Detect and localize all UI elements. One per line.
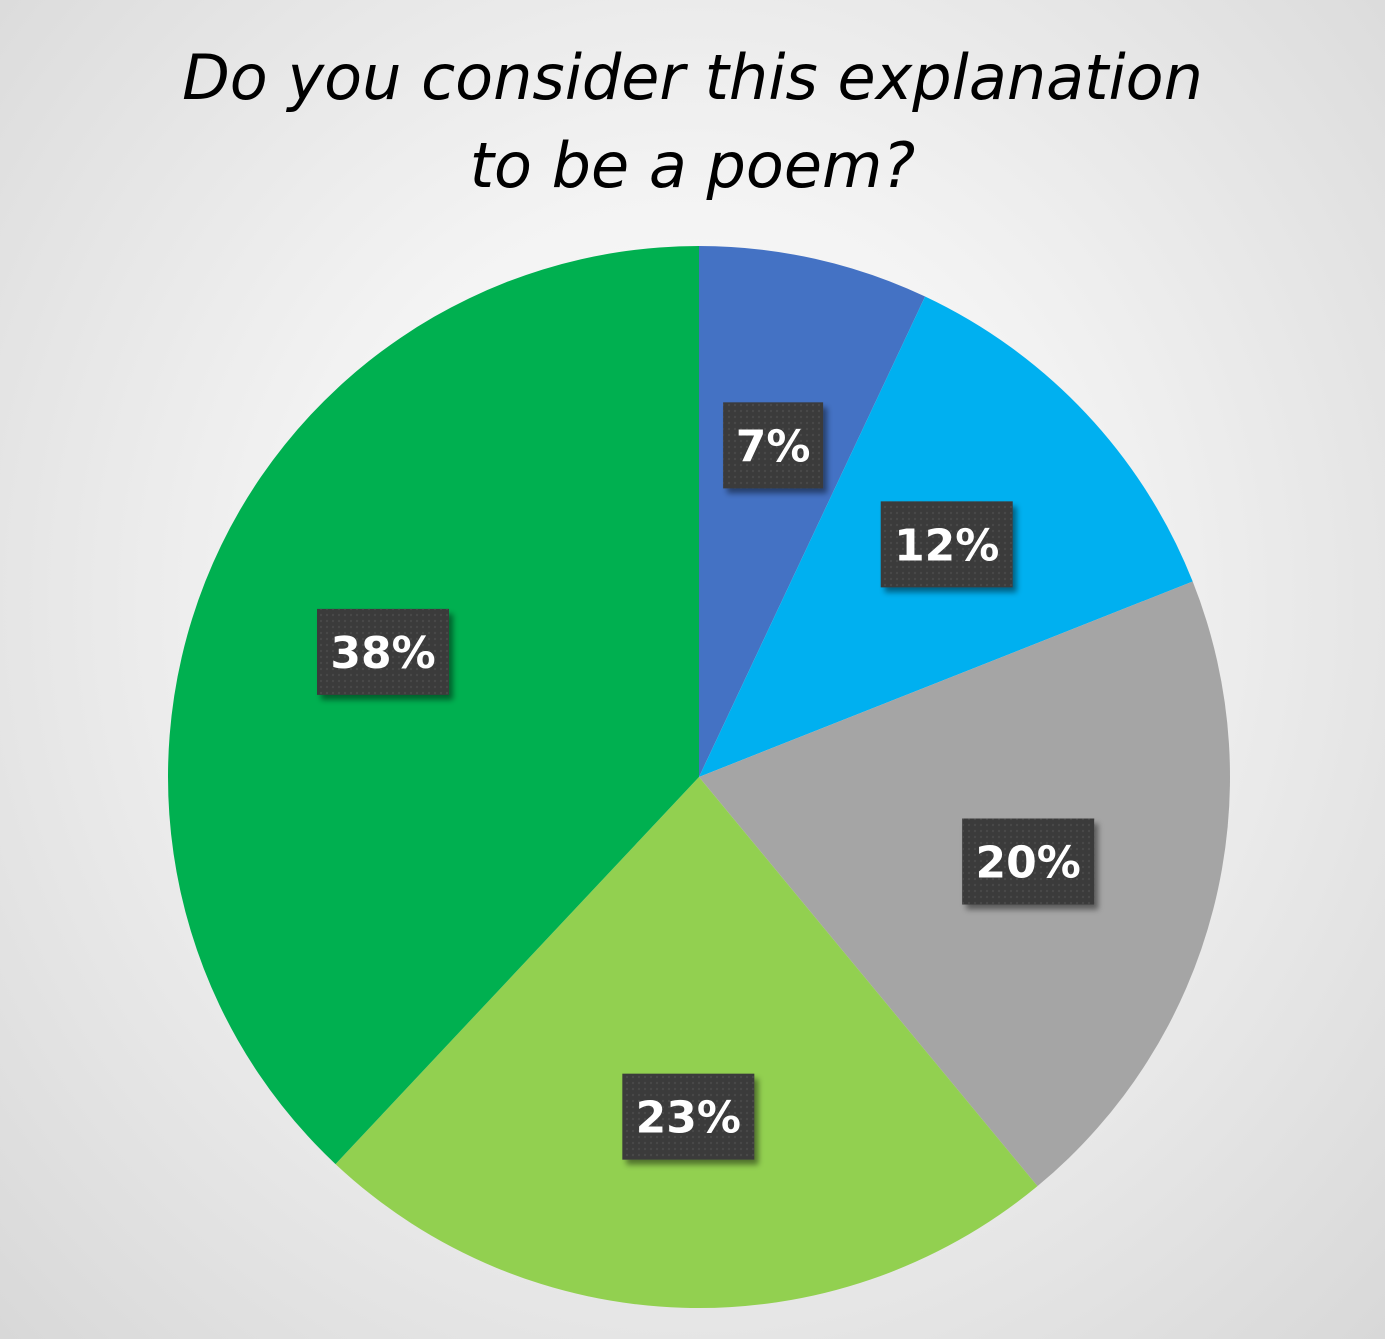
data-label-2: 20% (962, 818, 1095, 905)
data-label-text-2: 20% (975, 838, 1080, 889)
data-label-0: 7% (723, 402, 824, 489)
data-label-text-1: 12% (894, 520, 999, 571)
data-label-4: 38% (317, 608, 450, 695)
data-label-text-3: 23% (636, 1093, 741, 1144)
data-label-1: 12% (880, 501, 1013, 588)
data-label-text-0: 7% (736, 421, 811, 472)
data-label-text-4: 38% (330, 628, 435, 679)
pie-chart: Do you consider this explanation to be a… (0, 0, 1385, 1339)
pie-plot-area: 7% 12% 20% 23% 38% (168, 246, 1231, 1309)
data-label-3: 23% (622, 1073, 755, 1160)
